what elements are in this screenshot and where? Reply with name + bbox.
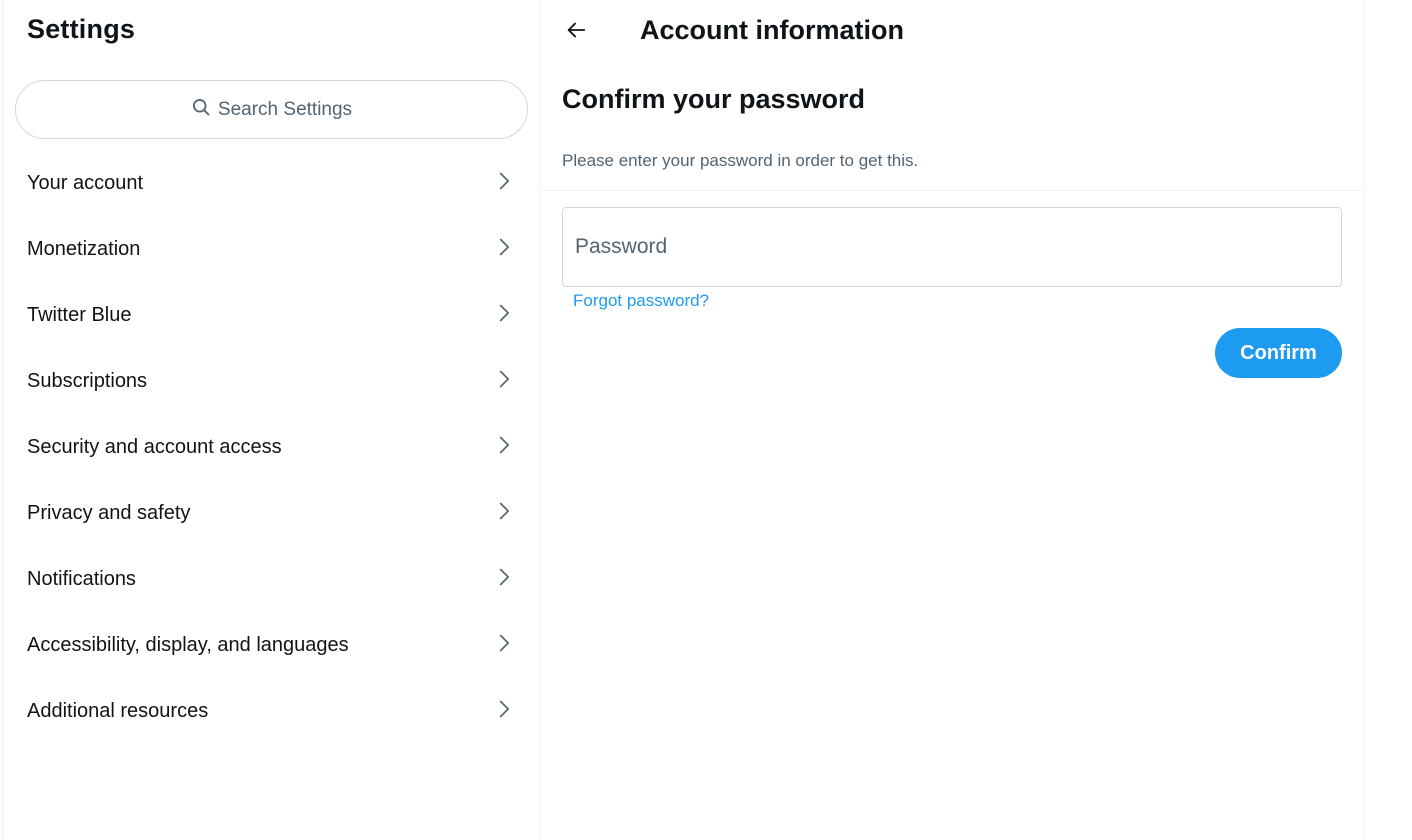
confirm-password-description: Please enter your password in order to g… [562, 151, 919, 170]
sidebar-item-notifications[interactable]: Notifications [4, 546, 540, 612]
sidebar-item-label: Notifications [27, 567, 136, 590]
chevron-right-icon [494, 435, 514, 460]
sidebar-item-label: Security and account access [27, 435, 282, 458]
chevron-right-icon [494, 699, 514, 724]
back-button[interactable] [560, 16, 592, 48]
confirm-password-heading: Confirm your password [562, 84, 866, 114]
settings-sidebar: Settings Search Settings Your account Mo… [4, 0, 540, 840]
search-settings-input[interactable]: Search Settings [15, 80, 528, 139]
sidebar-item-your-account[interactable]: Your account [4, 150, 540, 216]
confirm-button[interactable]: Confirm [1215, 328, 1342, 378]
divider [540, 190, 1365, 191]
sidebar-item-label: Accessibility, display, and languages [27, 633, 349, 656]
sidebar-item-label: Privacy and safety [27, 501, 191, 524]
sidebar-item-privacy[interactable]: Privacy and safety [4, 480, 540, 546]
sidebar-item-label: Monetization [27, 237, 141, 260]
sidebar-item-subscriptions[interactable]: Subscriptions [4, 348, 540, 414]
arrow-left-icon [565, 19, 587, 46]
panel-header: Account information [540, 0, 1365, 64]
sidebar-item-label: Additional resources [27, 699, 209, 722]
password-field-container [562, 207, 1342, 287]
sidebar-item-security[interactable]: Security and account access [4, 414, 540, 480]
chevron-right-icon [494, 633, 514, 658]
sidebar-item-additional-resources[interactable]: Additional resources [4, 678, 540, 744]
sidebar-item-label: Your account [27, 171, 144, 194]
chevron-right-icon [494, 501, 514, 526]
page-title: Account information [640, 15, 904, 45]
password-input[interactable] [563, 208, 1341, 286]
sidebar-item-label: Subscriptions [27, 369, 148, 392]
sidebar-title: Settings [27, 14, 136, 44]
chevron-right-icon [494, 237, 514, 262]
chevron-right-icon [494, 369, 514, 394]
sidebar-item-twitter-blue[interactable]: Twitter Blue [4, 282, 540, 348]
sidebar-item-monetization[interactable]: Monetization [4, 216, 540, 282]
chevron-right-icon [494, 303, 514, 328]
account-information-panel: Account information Confirm your passwor… [540, 0, 1365, 840]
sidebar-item-accessibility[interactable]: Accessibility, display, and languages [4, 612, 540, 678]
search-icon [191, 97, 218, 122]
settings-menu: Your account Monetization Twitter Blue S… [4, 150, 540, 744]
sidebar-item-label: Twitter Blue [27, 303, 132, 326]
search-placeholder: Search Settings [217, 98, 353, 120]
right-blank-area [1366, 0, 1412, 840]
forgot-password-link[interactable]: Forgot password? [573, 291, 709, 311]
chevron-right-icon [494, 567, 514, 592]
chevron-right-icon [494, 171, 514, 196]
